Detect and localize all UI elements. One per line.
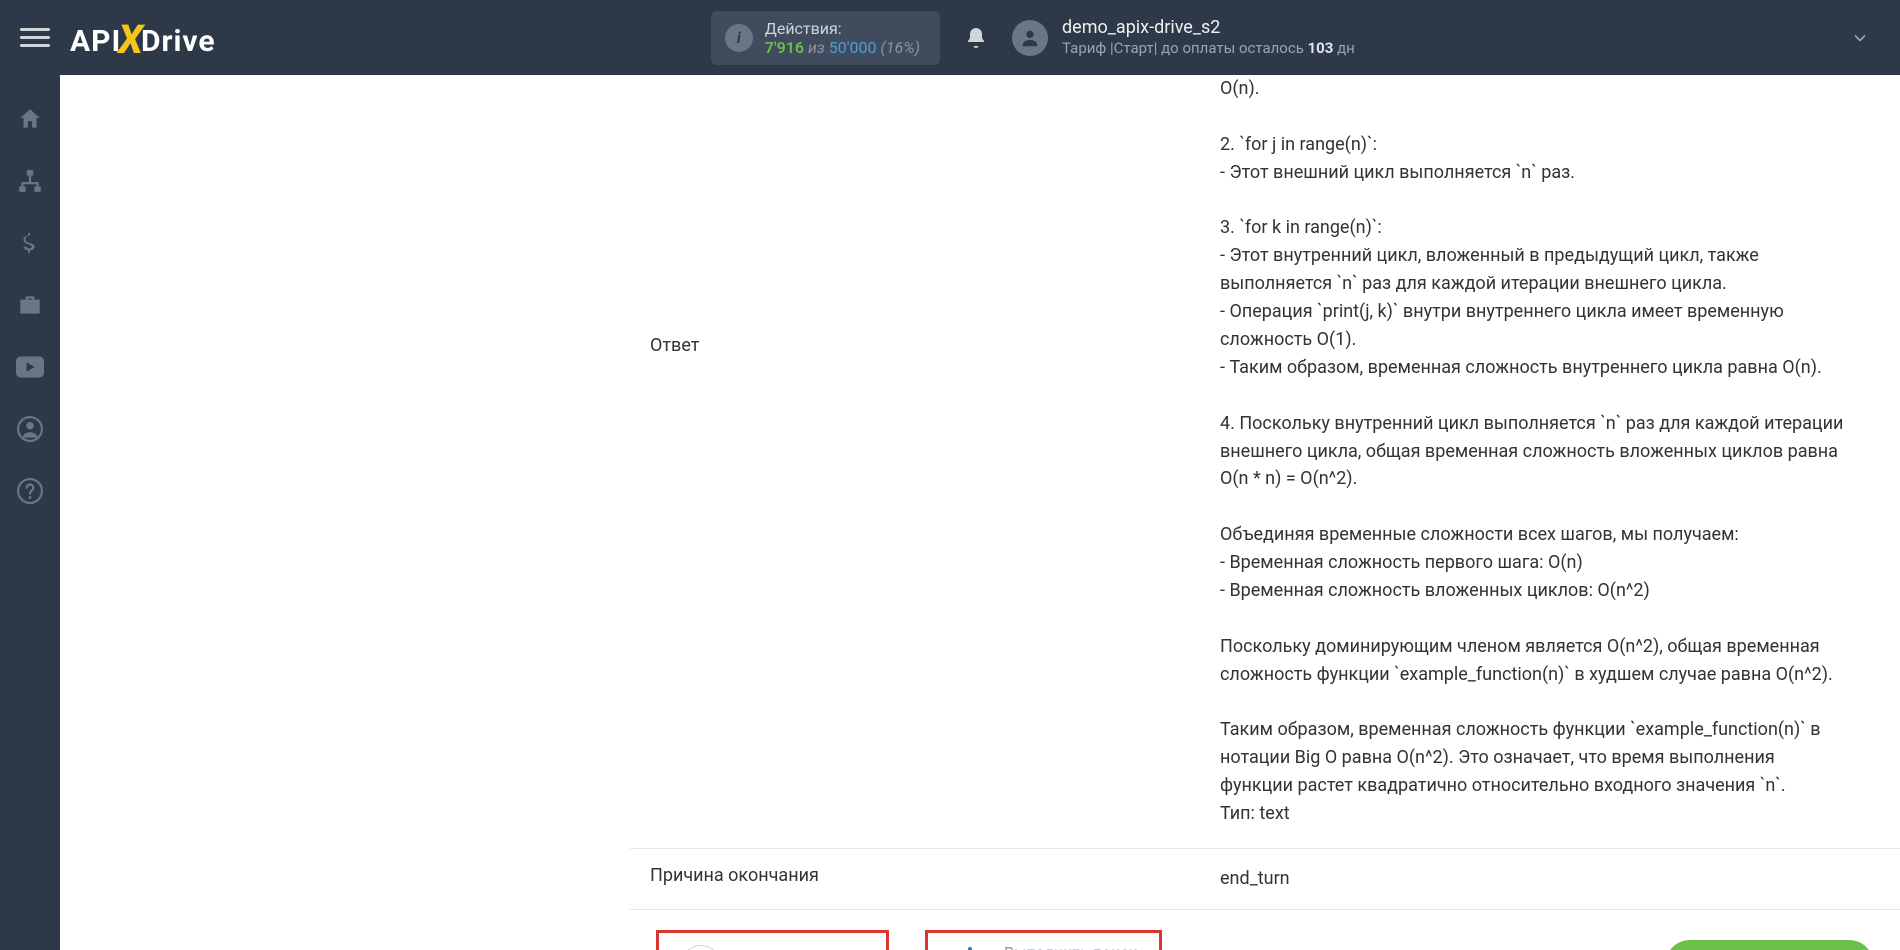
sitemap-icon[interactable] xyxy=(16,167,44,195)
actions-sep: из xyxy=(808,38,825,57)
actions-widget[interactable]: i Действия: 7'916 из 50'000 (16%) xyxy=(711,11,940,65)
content-area: Ответ O(n). 2. `for j in range(n)`: - Эт… xyxy=(60,75,1900,950)
hamburger-menu[interactable] xyxy=(20,23,50,53)
logo-api: API xyxy=(70,24,121,59)
actions-label: Действия: xyxy=(765,19,920,38)
bell-icon[interactable] xyxy=(964,26,988,50)
actions-total: 50'000 xyxy=(829,38,877,57)
reason-value: end_turn xyxy=(1220,849,1900,909)
user-block[interactable]: demo_apix-drive_s2 Тариф |Старт| до опла… xyxy=(1062,16,1355,59)
home-icon[interactable] xyxy=(16,105,44,133)
footer-actions: Редактировать Выполнить поиск в Anthropi… xyxy=(630,910,1900,950)
info-icon: i xyxy=(725,24,753,52)
main-panel: Ответ O(n). 2. `for j in range(n)`: - Эт… xyxy=(630,75,1900,950)
logo-drive: Drive xyxy=(141,24,216,59)
user-name: demo_apix-drive_s2 xyxy=(1062,16,1355,39)
actions-percent: (16%) xyxy=(881,38,921,57)
sidebar xyxy=(0,75,60,950)
answer-text: O(n). 2. `for j in range(n)`: - Этот вне… xyxy=(1220,75,1900,848)
actions-used: 7'916 xyxy=(765,38,804,57)
chevron-down-icon[interactable] xyxy=(1850,28,1870,48)
reason-label: Причина окончания xyxy=(630,849,1220,909)
user-tariff: Тариф |Старт| до оплаты осталось 103 дн xyxy=(1062,39,1355,59)
youtube-icon[interactable] xyxy=(16,353,44,381)
briefcase-icon[interactable] xyxy=(16,291,44,319)
avatar[interactable] xyxy=(1012,20,1048,56)
logo-x: X xyxy=(118,16,144,63)
logo[interactable]: API X Drive xyxy=(70,14,216,61)
actions-text: Действия: 7'916 из 50'000 (16%) xyxy=(765,19,920,57)
search-label: Выполнить поиск в Anthropic xyxy=(1004,943,1137,950)
edit-button[interactable]: Редактировать xyxy=(656,930,889,950)
topbar: API X Drive i Действия: 7'916 из 50'000 … xyxy=(0,0,1900,75)
left-panel xyxy=(60,75,630,950)
dollar-icon[interactable] xyxy=(16,229,44,257)
search-anthropic-button[interactable]: Выполнить поиск в Anthropic xyxy=(925,930,1162,950)
user-circle-icon[interactable] xyxy=(16,415,44,443)
question-circle-icon[interactable] xyxy=(16,477,44,505)
answer-row: Ответ O(n). 2. `for j in range(n)`: - Эт… xyxy=(630,75,1900,848)
reason-row: Причина окончания end_turn xyxy=(630,848,1900,910)
answer-label: Ответ xyxy=(630,75,1220,848)
continue-button[interactable]: Продолжить xyxy=(1665,940,1874,950)
pencil-icon xyxy=(681,945,721,950)
